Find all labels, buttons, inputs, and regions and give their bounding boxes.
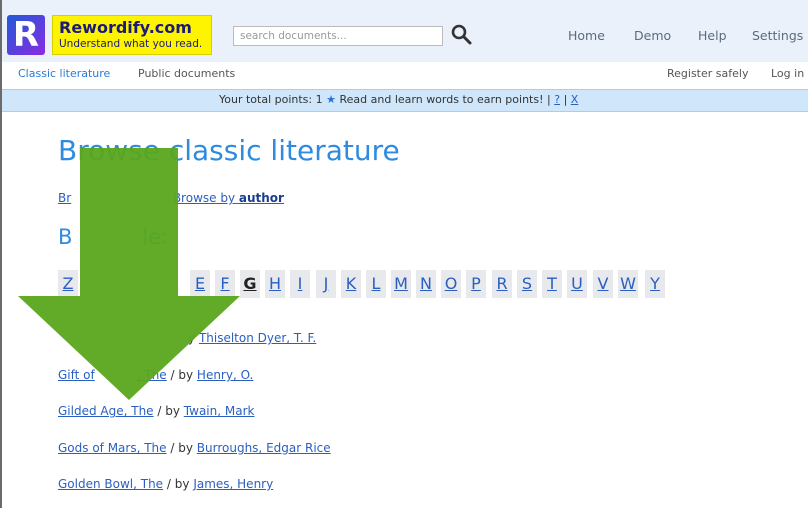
points-bar: Your total points: 1 ★ Read and learn wo… [2, 89, 808, 112]
letter-k[interactable]: K [341, 270, 361, 298]
book-author-link[interactable]: James, Henry [193, 477, 273, 491]
logo-title: Rewordify.com [59, 18, 192, 37]
browse-subheading: Ble: [58, 225, 169, 249]
letter-p[interactable]: P [466, 270, 486, 298]
letter-l[interactable]: L [366, 270, 386, 298]
logo-icon[interactable]: R [7, 15, 45, 55]
separator: | [547, 93, 551, 106]
letter-g[interactable]: G [240, 270, 260, 298]
letter-r[interactable]: R [492, 270, 512, 298]
letter-y[interactable]: Y [645, 270, 665, 298]
points-hint: Read and learn words to earn points! [339, 93, 544, 106]
book-row: Gilded Age, The / by Twain, Mark [58, 404, 255, 418]
book-title-link[interactable]: Gilded Age, The [58, 404, 154, 418]
book-row: Gift of, The / by Henry, O. [58, 368, 254, 382]
logo-tagline: Understand what you read. [59, 38, 203, 50]
letter-w[interactable]: W [618, 270, 638, 298]
page-title: Browse classic literature [58, 134, 400, 167]
book-row: Golden Bowl, The / by James, Henry [58, 477, 274, 491]
letter-f[interactable]: F [215, 270, 235, 298]
nav-settings[interactable]: Settings [752, 28, 803, 43]
separator: | [563, 93, 568, 106]
subnav-register[interactable]: Register safely [667, 67, 748, 80]
letter-v[interactable]: V [593, 270, 613, 298]
points-message: Your total points: 1 ★ Read and learn wo… [219, 93, 578, 106]
book-author-link[interactable]: Twain, Mark [184, 404, 255, 418]
letter-n[interactable]: N [416, 270, 436, 298]
letter-h[interactable]: H [265, 270, 285, 298]
book-title-link[interactable]: Gods of Mars, The [58, 441, 167, 455]
browse-links: Br Browse by author [58, 191, 284, 205]
subnav-public-documents[interactable]: Public documents [138, 67, 235, 80]
points-help-link[interactable]: ? [554, 93, 560, 106]
book-author-link[interactable]: Burroughs, Edgar Rice [197, 441, 331, 455]
subnav-classic-literature[interactable]: Classic literature [18, 67, 110, 80]
letter-i[interactable]: I [290, 270, 310, 298]
search-input[interactable]: search documents... [233, 26, 443, 46]
logo[interactable]: Rewordify.com Understand what you read. [52, 15, 212, 55]
letter-z[interactable]: Z [58, 270, 78, 298]
letter-e[interactable]: E [190, 270, 210, 298]
letter-s[interactable]: S [517, 270, 537, 298]
book-row: y Thiselton Dyer, T. F. [188, 331, 317, 345]
browse-by-author-link[interactable]: Browse by author [173, 191, 284, 205]
book-author-link[interactable]: Thiselton Dyer, T. F. [199, 331, 316, 345]
letter-o[interactable]: O [441, 270, 461, 298]
subnav-login[interactable]: Log in [771, 67, 804, 80]
nav-help[interactable]: Help [698, 28, 727, 43]
letter-u[interactable]: U [567, 270, 587, 298]
letter-j[interactable]: J [316, 270, 336, 298]
points-close-link[interactable]: X [571, 93, 579, 106]
letter-m[interactable]: M [391, 270, 411, 298]
nav-home[interactable]: Home [568, 28, 605, 43]
browse-by-title-link[interactable]: Br [58, 191, 71, 205]
book-title-link[interactable]: Gift of, The [58, 368, 167, 382]
book-title-link[interactable]: Golden Bowl, The [58, 477, 163, 491]
points-total: Your total points: 1 [219, 93, 323, 106]
star-icon: ★ [326, 93, 336, 106]
book-author-link[interactable]: Henry, O. [197, 368, 253, 382]
nav-demo[interactable]: Demo [634, 28, 671, 43]
letter-t[interactable]: T [542, 270, 562, 298]
book-row: Gods of Mars, The / by Burroughs, Edgar … [58, 441, 331, 455]
search-icon[interactable] [449, 22, 473, 46]
